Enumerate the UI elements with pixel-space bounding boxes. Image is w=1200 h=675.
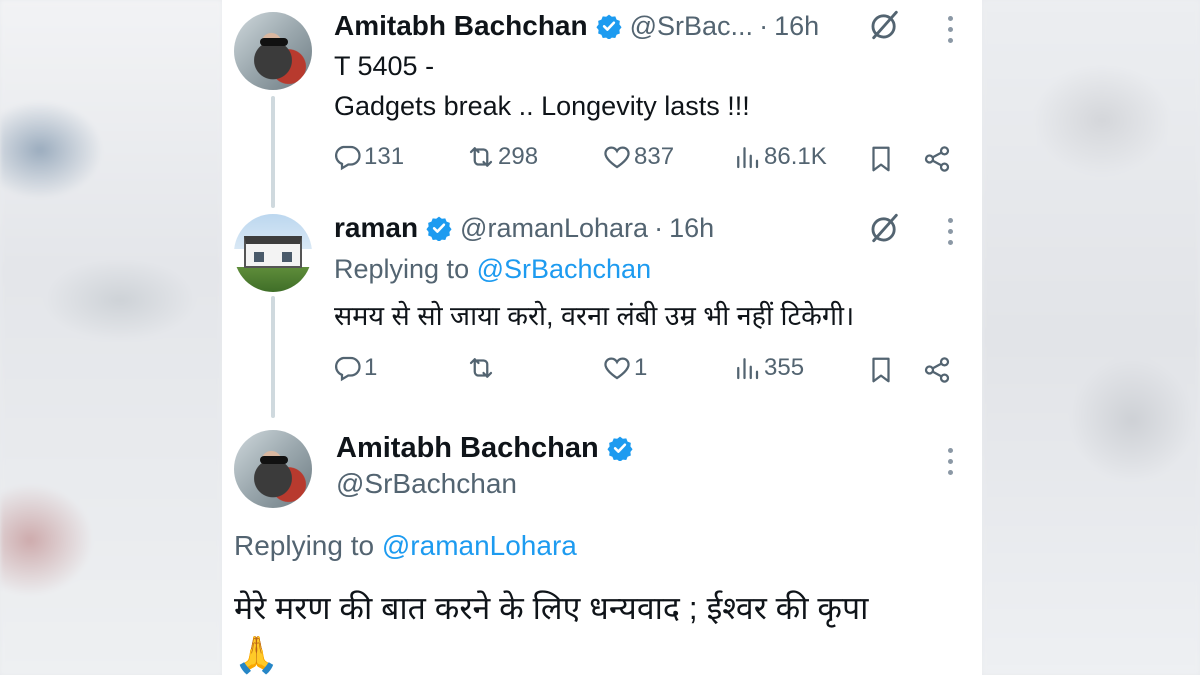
blurred-background-right <box>982 0 1200 675</box>
bookmark-icon[interactable] <box>866 144 896 174</box>
folded-hands-emoji: 🙏 <box>234 634 279 675</box>
views-count: 86.1K <box>764 143 827 170</box>
repost-icon <box>469 147 493 167</box>
author-handle[interactable]: @SrBac... <box>630 11 753 42</box>
author-name[interactable]: Amitabh Bachchan <box>334 10 588 42</box>
avatar[interactable] <box>234 12 312 90</box>
tweet-actions: 1 1 355 <box>332 353 962 387</box>
reply-count: 1 <box>364 354 378 381</box>
author-name[interactable]: raman <box>334 212 418 244</box>
author-handle[interactable]: @ramanLohara <box>460 213 648 244</box>
replying-mention-link[interactable]: @SrBachchan <box>477 254 652 284</box>
verified-badge-icon <box>607 436 633 461</box>
tweet-header: Amitabh Bachchan @SrBac... · 16h <box>334 6 819 46</box>
more-icon[interactable] <box>947 218 955 246</box>
like-icon <box>604 146 630 169</box>
like-count: 837 <box>634 143 675 170</box>
views-icon <box>737 358 759 380</box>
views-button[interactable]: 86.1K <box>732 142 827 172</box>
views-icon <box>737 147 759 169</box>
reply-button[interactable]: 131 <box>332 142 404 172</box>
blurred-background-left <box>0 0 222 675</box>
separator-dot: · <box>654 212 664 243</box>
thread-connector-line <box>271 296 275 418</box>
like-icon <box>604 357 630 380</box>
like-button[interactable]: 1 <box>602 353 647 383</box>
more-icon[interactable] <box>947 16 955 44</box>
replying-to-line: Replying to @ramanLohara <box>234 530 577 562</box>
more-icon[interactable] <box>947 448 955 476</box>
author-name[interactable]: Amitabh Bachchan <box>336 432 599 465</box>
avatar[interactable] <box>234 430 312 508</box>
author-handle[interactable]: @SrBachchan <box>336 468 517 500</box>
thread-connector-line <box>271 96 275 208</box>
tweet-actions: 131 298 837 86.1K <box>332 142 962 176</box>
avatar[interactable] <box>234 214 312 292</box>
replying-to-line: Replying to @SrBachchan <box>334 254 651 285</box>
reply-icon <box>335 356 361 382</box>
separator-dot: · <box>759 10 769 41</box>
tweet-text: समय से सो जाया करो, वरना लंबी उम्र भी नह… <box>334 301 855 331</box>
verified-badge-icon <box>426 216 452 241</box>
replying-prefix: Replying to <box>234 530 382 561</box>
tweet-thread-card: Amitabh Bachchan @SrBac... · 16h T 5405 … <box>222 0 982 675</box>
grok-icon[interactable] <box>868 8 902 42</box>
replying-mention-link[interactable]: @ramanLohara <box>382 530 577 561</box>
bookmark-icon[interactable] <box>866 355 896 385</box>
tweet-time[interactable]: 16h <box>774 11 819 42</box>
like-count: 1 <box>634 354 648 381</box>
repost-icon <box>469 358 493 378</box>
tweet-header: raman @ramanLohara · 16h <box>334 208 714 248</box>
share-icon[interactable] <box>922 144 952 174</box>
repost-count: 298 <box>498 143 539 170</box>
verified-badge-icon <box>596 14 622 39</box>
repost-button[interactable]: 298 <box>466 142 538 172</box>
views-count: 355 <box>764 354 805 381</box>
tweet-text: मेरे मरण की बात करने के लिए धन्यवाद ; ईश… <box>234 590 869 626</box>
views-button[interactable]: 355 <box>732 353 804 383</box>
reply-icon <box>335 145 361 171</box>
tweet-text-line: Gadgets break .. Longevity lasts !!! <box>334 91 750 121</box>
grok-icon[interactable] <box>868 211 902 245</box>
tweet-time[interactable]: 16h <box>669 213 714 244</box>
like-button[interactable]: 837 <box>602 142 674 172</box>
share-icon[interactable] <box>922 355 952 385</box>
repost-button[interactable] <box>466 353 498 383</box>
reply-button[interactable]: 1 <box>332 353 377 383</box>
replying-prefix: Replying to <box>334 254 477 284</box>
tweet-header: Amitabh Bachchan <box>336 428 641 468</box>
tweet-text-line: T 5405 - <box>334 51 435 81</box>
reply-count: 131 <box>364 143 405 170</box>
